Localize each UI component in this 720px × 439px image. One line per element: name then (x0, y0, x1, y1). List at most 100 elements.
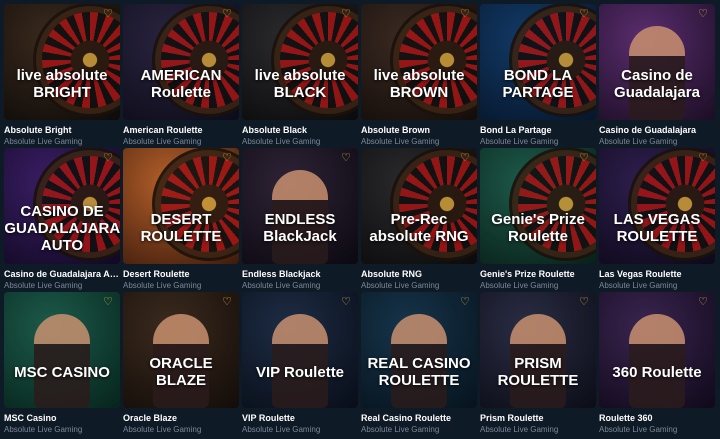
game-thumbnail[interactable]: live absolute BROWN ♡ (361, 4, 477, 120)
game-card[interactable]: live absolute BLACK ♡ Absolute Black Abs… (242, 4, 358, 148)
game-thumbnail[interactable]: AMERICAN Roulette ♡ (123, 4, 239, 120)
game-card[interactable]: LAS VEGAS ROULETTE ♡ Las Vegas Roulette … (599, 148, 715, 292)
game-provider: Absolute Live Gaming (361, 137, 440, 146)
game-art-title: ENDLESS BlackJack (263, 211, 337, 245)
heart-icon[interactable]: ♡ (578, 8, 590, 20)
heart-icon[interactable]: ♡ (221, 152, 233, 164)
game-name[interactable]: Prism Roulette (480, 413, 596, 424)
game-name[interactable]: Las Vegas Roulette (599, 269, 715, 280)
game-provider: Absolute Live Gaming (4, 425, 83, 434)
game-thumbnail[interactable]: Genie's Prize Roulette ♡ (480, 148, 596, 264)
game-art-title: live absolute BROWN (373, 67, 465, 101)
game-thumbnail[interactable]: live absolute BRIGHT ♡ (4, 4, 120, 120)
game-name[interactable]: Absolute Black (242, 125, 358, 136)
game-name[interactable]: Desert Roulette (123, 269, 239, 280)
heart-icon[interactable]: ♡ (340, 8, 352, 20)
dealer-art (34, 314, 90, 408)
game-card[interactable]: Pre-Rec absolute RNG ♡ Absolute RNG Abso… (361, 148, 477, 292)
game-name[interactable]: Real Casino Roulette (361, 413, 477, 424)
game-thumbnail[interactable]: LAS VEGAS ROULETTE ♡ (599, 148, 715, 264)
game-name[interactable]: Oracle Blaze (123, 413, 239, 424)
game-provider: Absolute Live Gaming (242, 425, 321, 434)
game-provider: Absolute Live Gaming (480, 137, 559, 146)
game-thumbnail[interactable]: CASINO DE GUADALAJARA AUTO ♡ (4, 148, 120, 264)
game-art-title: LAS VEGAS ROULETTE (613, 211, 701, 245)
game-card[interactable]: MSC CASINO ♡ MSC Casino Absolute Live Ga… (4, 292, 120, 436)
game-art-title: Genie's Prize Roulette (491, 211, 585, 245)
game-name[interactable]: Casino de Guadalajara (599, 125, 715, 136)
game-name[interactable]: MSC Casino (4, 413, 120, 424)
game-card[interactable]: REAL CASINO ROULETTE ♡ Real Casino Roule… (361, 292, 477, 436)
game-provider: Absolute Live Gaming (361, 281, 440, 290)
heart-icon[interactable]: ♡ (697, 152, 709, 164)
heart-icon[interactable]: ♡ (102, 152, 114, 164)
game-thumbnail[interactable]: DESERT ROULETTE ♡ (123, 148, 239, 264)
game-name[interactable]: Absolute RNG (361, 269, 477, 280)
game-thumbnail[interactable]: ENDLESS BlackJack ♡ (242, 148, 358, 264)
game-thumbnail[interactable]: 360 Roulette ♡ (599, 292, 715, 408)
game-name[interactable]: Endless Blackjack (242, 269, 358, 280)
heart-icon[interactable]: ♡ (459, 296, 471, 308)
heart-icon[interactable]: ♡ (459, 8, 471, 20)
game-card[interactable]: DESERT ROULETTE ♡ Desert Roulette Absolu… (123, 148, 239, 292)
game-card[interactable]: CASINO DE GUADALAJARA AUTO ♡ Casino de G… (4, 148, 120, 292)
game-thumbnail[interactable]: live absolute BLACK ♡ (242, 4, 358, 120)
heart-icon[interactable]: ♡ (578, 296, 590, 308)
game-thumbnail[interactable]: MSC CASINO ♡ (4, 292, 120, 408)
game-name[interactable]: American Roulette (123, 125, 239, 136)
game-card[interactable]: live absolute BROWN ♡ Absolute Brown Abs… (361, 4, 477, 148)
game-provider: Absolute Live Gaming (123, 281, 202, 290)
game-thumbnail[interactable]: VIP Roulette ♡ (242, 292, 358, 408)
game-card[interactable]: 360 Roulette ♡ Roulette 360 Absolute Liv… (599, 292, 715, 436)
game-card[interactable]: ORACLE BLAZE ♡ Oracle Blaze Absolute Liv… (123, 292, 239, 436)
game-card[interactable]: VIP Roulette ♡ VIP Roulette Absolute Liv… (242, 292, 358, 436)
game-art-title: BOND LA PARTAGE (502, 67, 574, 101)
game-thumbnail[interactable]: PRISM ROULETTE ♡ (480, 292, 596, 408)
heart-icon[interactable]: ♡ (697, 8, 709, 20)
game-provider: Absolute Live Gaming (480, 281, 559, 290)
game-art-title: live absolute BLACK (254, 67, 346, 101)
heart-icon[interactable]: ♡ (340, 296, 352, 308)
heart-icon[interactable]: ♡ (578, 152, 590, 164)
game-art-title: REAL CASINO ROULETTE (367, 355, 471, 389)
game-name[interactable]: Absolute Bright (4, 125, 120, 136)
heart-icon[interactable]: ♡ (459, 152, 471, 164)
game-thumbnail[interactable]: Casino de Guadalajara ♡ (599, 4, 715, 120)
game-name[interactable]: Casino de Guadalajara Auto (4, 269, 120, 280)
game-name[interactable]: Genie's Prize Roulette (480, 269, 596, 280)
game-thumbnail[interactable]: Pre-Rec absolute RNG ♡ (361, 148, 477, 264)
game-card[interactable]: Casino de Guadalajara ♡ Casino de Guadal… (599, 4, 715, 148)
heart-icon[interactable]: ♡ (340, 152, 352, 164)
game-name[interactable]: Bond La Partage (480, 125, 596, 136)
game-provider: Absolute Live Gaming (480, 425, 559, 434)
heart-icon[interactable]: ♡ (221, 8, 233, 20)
game-grid: live absolute BRIGHT ♡ Absolute Bright A… (4, 4, 715, 436)
game-card[interactable]: BOND LA PARTAGE ♡ Bond La Partage Absolu… (480, 4, 596, 148)
game-provider: Absolute Live Gaming (599, 137, 678, 146)
game-art-title: live absolute BRIGHT (16, 67, 108, 101)
game-provider: Absolute Live Gaming (123, 425, 202, 434)
game-name[interactable]: VIP Roulette (242, 413, 358, 424)
game-name[interactable]: Roulette 360 (599, 413, 715, 424)
game-art-title: AMERICAN Roulette (140, 67, 222, 101)
heart-icon[interactable]: ♡ (102, 8, 114, 20)
game-provider: Absolute Live Gaming (123, 137, 202, 146)
game-thumbnail[interactable]: REAL CASINO ROULETTE ♡ (361, 292, 477, 408)
heart-icon[interactable]: ♡ (102, 296, 114, 308)
game-art-title: Casino de Guadalajara (614, 67, 700, 101)
game-card[interactable]: live absolute BRIGHT ♡ Absolute Bright A… (4, 4, 120, 148)
game-card[interactable]: ENDLESS BlackJack ♡ Endless Blackjack Ab… (242, 148, 358, 292)
game-name[interactable]: Absolute Brown (361, 125, 477, 136)
game-card[interactable]: PRISM ROULETTE ♡ Prism Roulette Absolute… (480, 292, 596, 436)
game-provider: Absolute Live Gaming (599, 425, 678, 434)
game-thumbnail[interactable]: BOND LA PARTAGE ♡ (480, 4, 596, 120)
game-card[interactable]: AMERICAN Roulette ♡ American Roulette Ab… (123, 4, 239, 148)
game-art-title: CASINO DE GUADALAJARA AUTO (4, 202, 120, 254)
game-provider: Absolute Live Gaming (361, 425, 440, 434)
game-provider: Absolute Live Gaming (4, 137, 83, 146)
heart-icon[interactable]: ♡ (697, 296, 709, 308)
game-art-title: PRISM ROULETTE (497, 355, 579, 389)
game-card[interactable]: Genie's Prize Roulette ♡ Genie's Prize R… (480, 148, 596, 292)
game-thumbnail[interactable]: ORACLE BLAZE ♡ (123, 292, 239, 408)
heart-icon[interactable]: ♡ (221, 296, 233, 308)
